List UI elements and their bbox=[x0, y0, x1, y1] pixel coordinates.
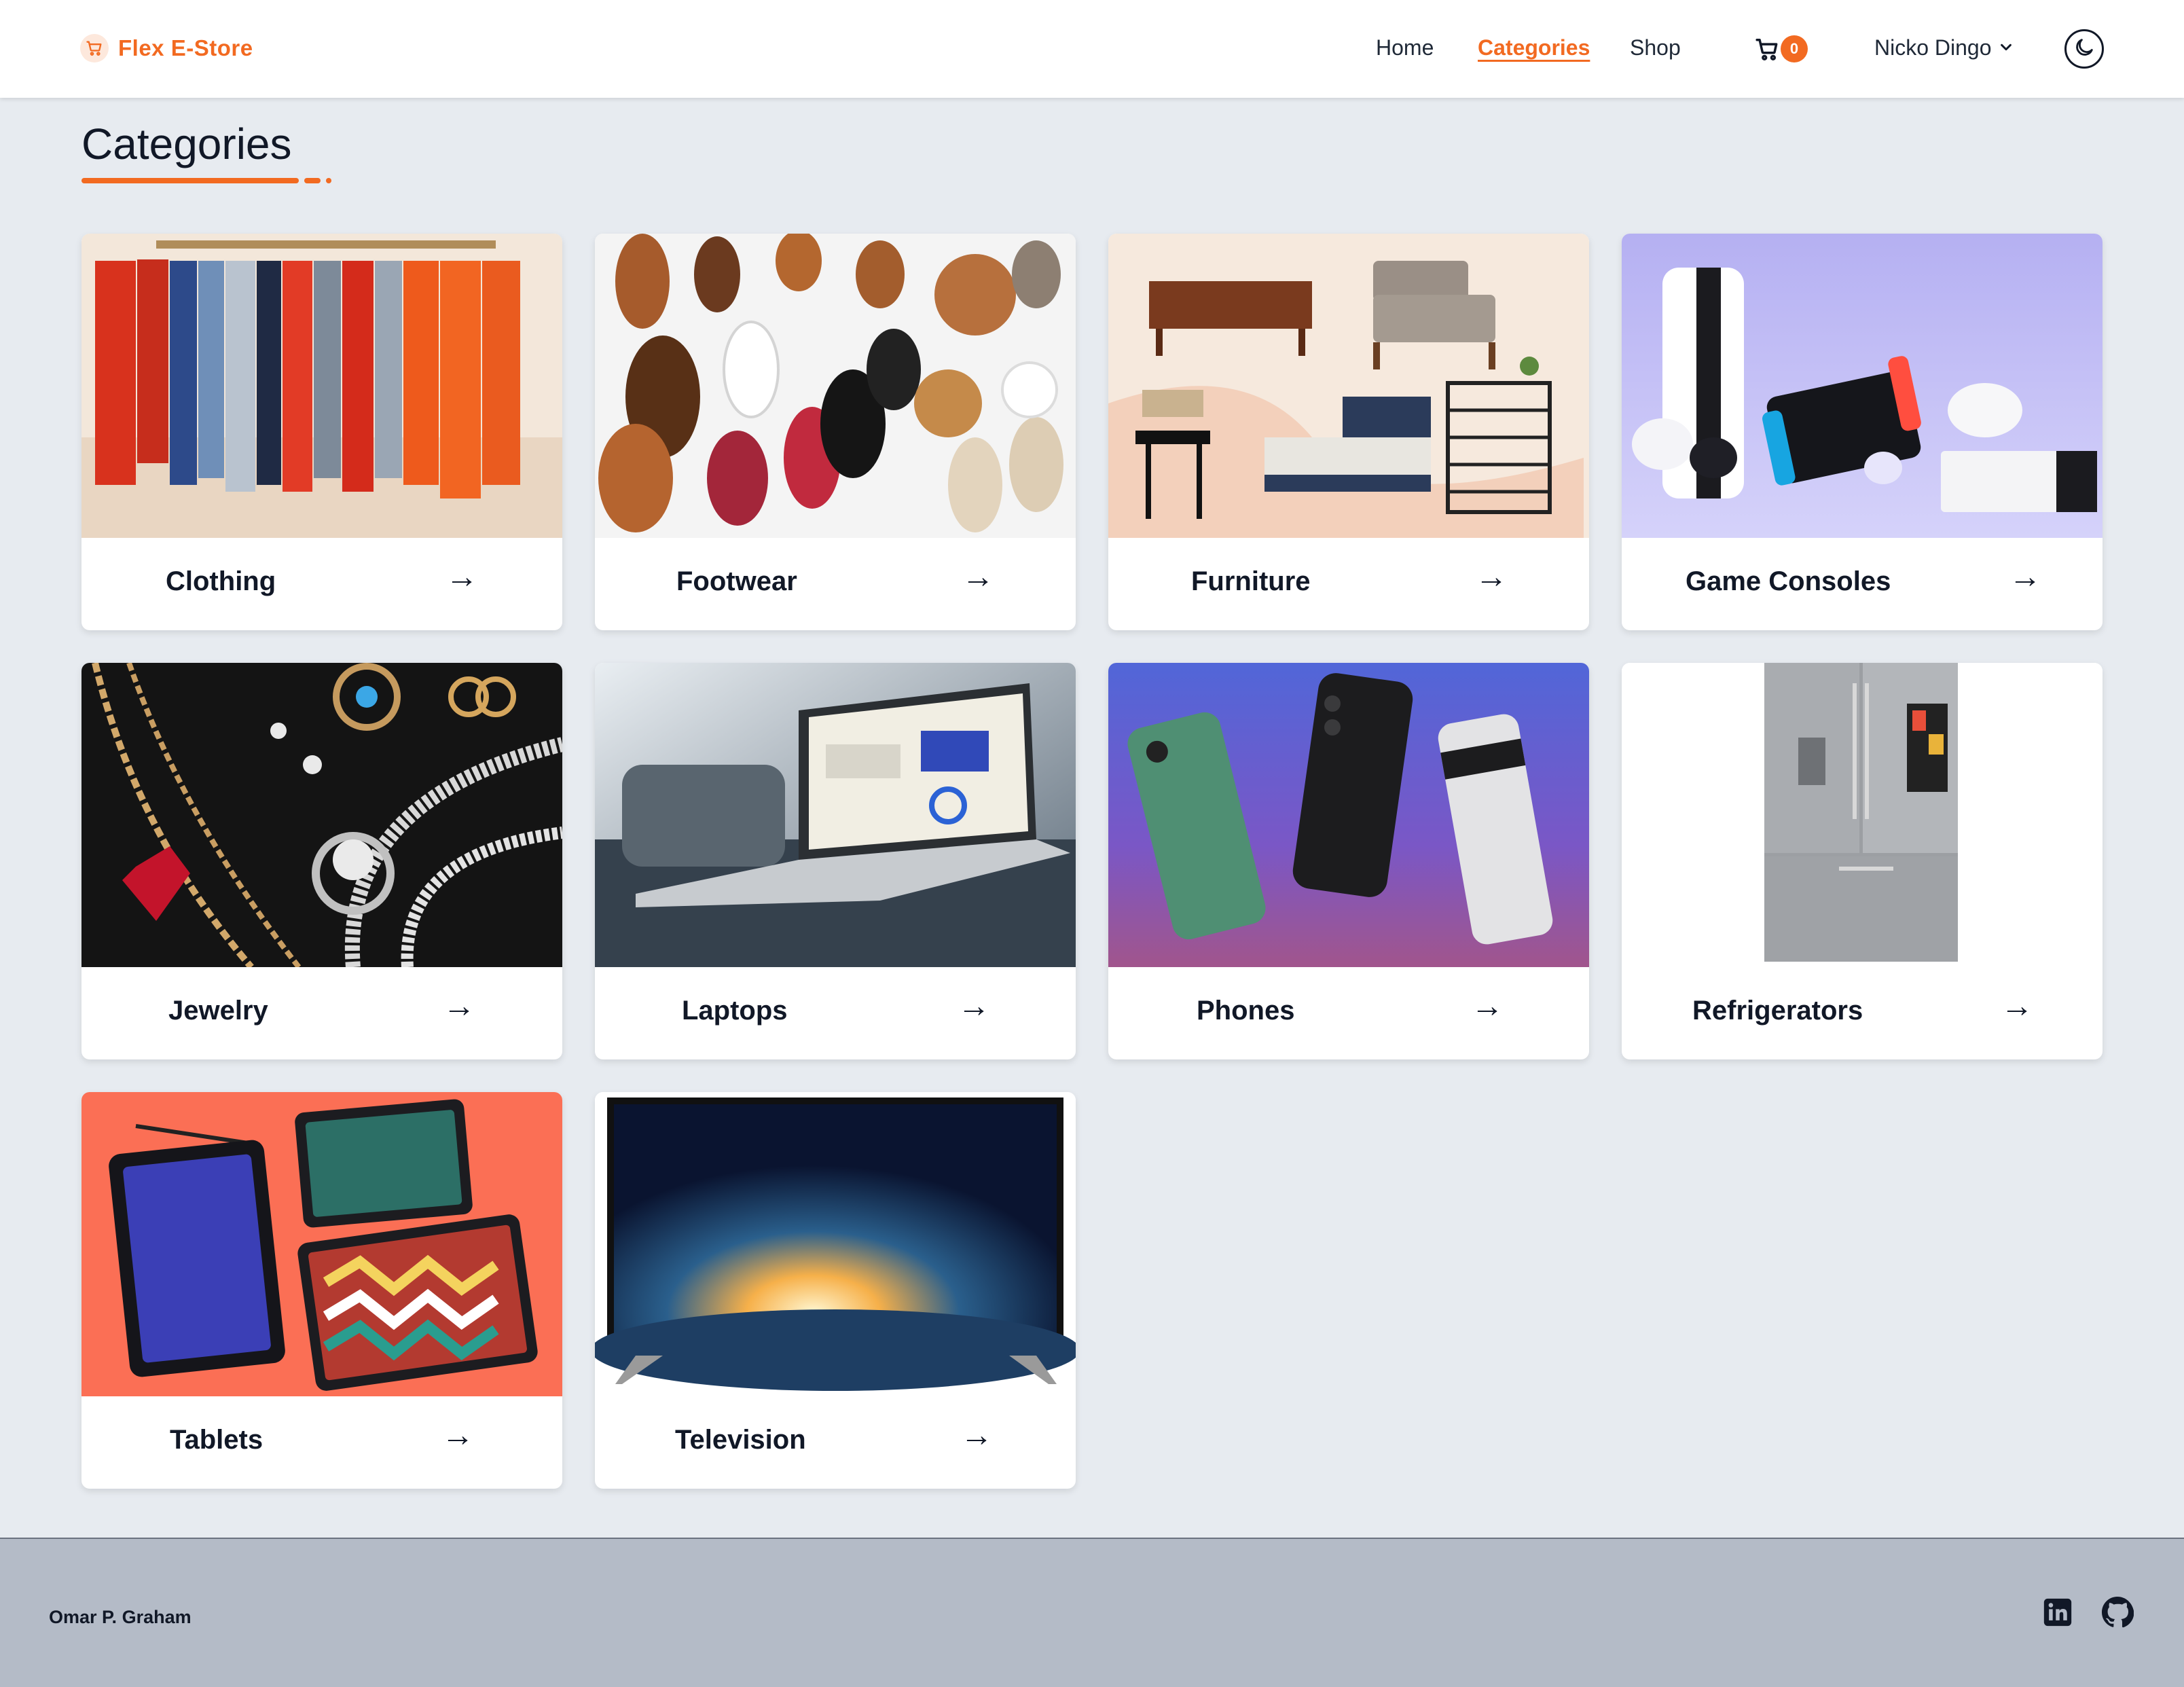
user-name: Nicko Dingo bbox=[1874, 35, 1992, 60]
category-card-refrigerators[interactable]: Refrigerators → bbox=[1622, 663, 2103, 1059]
category-label: Television bbox=[675, 1425, 806, 1455]
arrow-right-icon: → bbox=[441, 1417, 474, 1453]
brand-link[interactable]: Flex E-Store bbox=[80, 34, 253, 62]
arrow-right-icon: → bbox=[1475, 559, 1508, 595]
category-image-refrigerators bbox=[1622, 663, 2103, 967]
page-title: Categories bbox=[81, 120, 292, 168]
shopping-cart-icon bbox=[80, 34, 109, 62]
arrow-right-icon: → bbox=[443, 988, 475, 1024]
arrow-right-icon: → bbox=[2001, 988, 2033, 1024]
arrow-right-icon: → bbox=[960, 1417, 993, 1453]
shopping-cart-icon bbox=[1755, 37, 1781, 66]
category-label: Jewelry bbox=[168, 996, 268, 1026]
theme-toggle-button[interactable] bbox=[2064, 29, 2104, 69]
linkedin-icon[interactable] bbox=[2041, 1596, 2074, 1629]
arrow-right-icon: → bbox=[2009, 559, 2041, 595]
user-menu[interactable]: Nicko Dingo bbox=[1874, 35, 2014, 60]
category-label: Tablets bbox=[170, 1425, 263, 1455]
category-image-tablets bbox=[81, 1092, 562, 1396]
category-image-game-consoles bbox=[1622, 234, 2103, 538]
cart-button[interactable]: 0 bbox=[1755, 34, 1813, 64]
category-card-jewelry[interactable]: Jewelry → bbox=[81, 663, 562, 1059]
category-card-game-consoles[interactable]: Game Consoles → bbox=[1622, 234, 2103, 630]
category-image-furniture bbox=[1108, 234, 1589, 538]
category-label: Furniture bbox=[1191, 566, 1311, 596]
category-image-footwear bbox=[595, 234, 1076, 538]
category-label: Phones bbox=[1197, 996, 1295, 1026]
category-card-furniture[interactable]: Furniture → bbox=[1108, 234, 1589, 630]
arrow-right-icon: → bbox=[445, 559, 478, 595]
footer-author: Omar P. Graham bbox=[49, 1607, 192, 1627]
cart-count-badge: 0 bbox=[1781, 35, 1808, 62]
arrow-right-icon: → bbox=[1471, 988, 1504, 1024]
category-label: Footwear bbox=[676, 566, 797, 596]
chevron-down-icon bbox=[1999, 35, 2014, 60]
top-navbar: Flex E-Store Home Categories Shop 0 Nick… bbox=[0, 0, 2184, 98]
moon-icon bbox=[2073, 36, 2096, 62]
github-icon[interactable] bbox=[2101, 1596, 2134, 1629]
category-label: Game Consoles bbox=[1686, 566, 1891, 596]
nav-shop[interactable]: Shop bbox=[1630, 35, 1681, 60]
arrow-right-icon: → bbox=[958, 988, 990, 1024]
category-image-television bbox=[595, 1092, 1076, 1396]
category-image-phones bbox=[1108, 663, 1589, 967]
category-card-phones[interactable]: Phones → bbox=[1108, 663, 1589, 1059]
category-card-clothing[interactable]: Clothing → bbox=[81, 234, 562, 630]
nav-categories[interactable]: Categories bbox=[1478, 35, 1590, 60]
category-label: Laptops bbox=[682, 996, 788, 1026]
category-image-laptops bbox=[595, 663, 1076, 967]
category-image-clothing bbox=[81, 234, 562, 538]
category-card-footwear[interactable]: Footwear → bbox=[595, 234, 1076, 630]
nav-home[interactable]: Home bbox=[1376, 35, 1434, 60]
arrow-right-icon: → bbox=[962, 559, 994, 595]
footer: Omar P. Graham bbox=[0, 1538, 2184, 1687]
category-card-television[interactable]: Television → bbox=[595, 1092, 1076, 1489]
category-label: Clothing bbox=[166, 566, 276, 596]
category-image-jewelry bbox=[81, 663, 562, 967]
category-card-tablets[interactable]: Tablets → bbox=[81, 1092, 562, 1489]
category-label: Refrigerators bbox=[1692, 996, 1863, 1026]
category-card-laptops[interactable]: Laptops → bbox=[595, 663, 1076, 1059]
brand-name: Flex E-Store bbox=[118, 35, 253, 60]
